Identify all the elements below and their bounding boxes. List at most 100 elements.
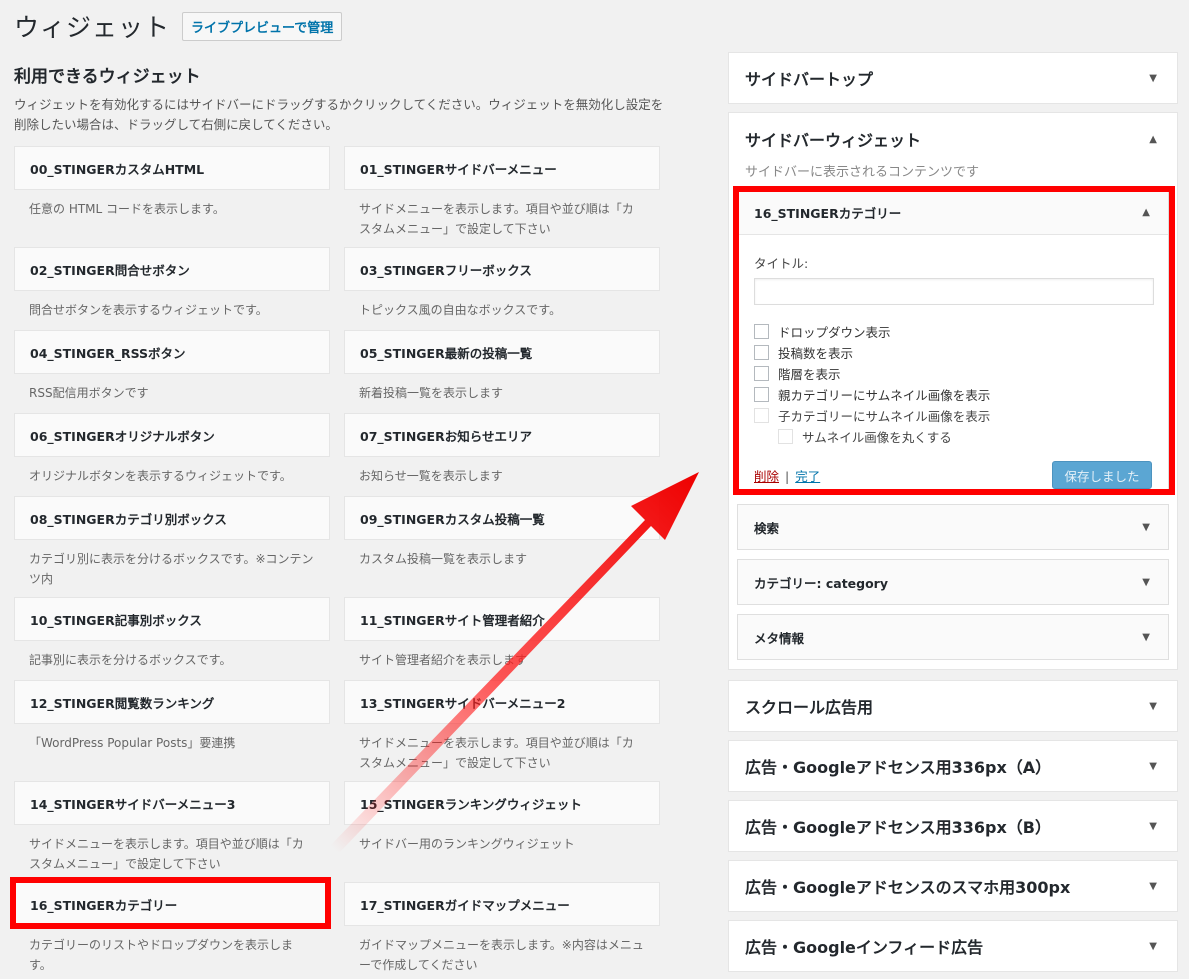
widget-title[interactable]: 05_STINGER最新の投稿一覧 (344, 330, 660, 374)
widget-item[interactable]: 13_STINGERサイドバーメニュー2 サイドメニューを表示します。項目や並び… (344, 680, 660, 773)
widget-item[interactable]: 05_STINGER最新の投稿一覧 新着投稿一覧を表示します (344, 330, 660, 403)
arrow-down-icon[interactable]: ▼ (1149, 821, 1157, 832)
checkbox[interactable] (754, 345, 769, 360)
arrow-down-icon[interactable]: ▼ (1149, 73, 1157, 84)
sidebar-ad-b[interactable]: 広告・Googleアドセンス用336px（B） ▼ (728, 800, 1178, 852)
checkbox[interactable] (754, 324, 769, 339)
sidebar-title: 広告・Googleアドセンス用336px（A） (745, 758, 1052, 777)
widget-title[interactable]: 03_STINGERフリーボックス (344, 247, 660, 291)
widget-title[interactable]: 06_STINGERオリジナルボタン (14, 413, 330, 457)
arrow-down-icon[interactable]: ▼ (1142, 522, 1150, 533)
widget-description: サイドメニューを表示します。項目や並び順は「カスタムメニュー」で設定して下さい (29, 837, 304, 871)
widget-description: お知らせ一覧を表示します (359, 469, 503, 483)
arrow-down-icon[interactable]: ▼ (1149, 761, 1157, 772)
option-round-thumbnail[interactable]: サムネイル画像を丸くする (754, 426, 1152, 447)
widget-description: サイドメニューを表示します。項目や並び順は「カスタムメニュー」で設定して下さい (359, 202, 634, 236)
widget-item[interactable]: 01_STINGERサイドバーメニュー サイドメニューを表示します。項目や並び順… (344, 146, 660, 239)
widget-description: サイドメニューを表示します。項目や並び順は「カスタムメニュー」で設定して下さい (359, 736, 634, 770)
widget-item[interactable]: 16_STINGERカテゴリー カテゴリーのリストやドロップダウンを表示します。 (14, 882, 330, 975)
widget-item[interactable]: 07_STINGERお知らせエリア お知らせ一覧を表示します (344, 413, 660, 486)
arrow-up-icon[interactable]: ▲ (1149, 134, 1157, 145)
save-button[interactable]: 保存しました (1052, 461, 1152, 489)
widget-title[interactable]: 01_STINGERサイドバーメニュー (344, 146, 660, 190)
widget-title[interactable]: 08_STINGERカテゴリ別ボックス (14, 496, 330, 540)
title-label: タイトル: (754, 256, 809, 271)
widget-title[interactable]: 14_STINGERサイドバーメニュー3 (14, 781, 330, 825)
widget-item[interactable]: 17_STINGERガイドマップメニュー ガイドマップメニューを表示します。※内… (344, 882, 660, 975)
checkbox[interactable] (778, 429, 793, 444)
widget-item[interactable]: 06_STINGERオリジナルボタン オリジナルボタンを表示するウィジェットです… (14, 413, 330, 486)
widget-title[interactable]: 12_STINGER閲覧数ランキング (14, 680, 330, 724)
widget-header[interactable]: メタ情報 ▼ (738, 615, 1168, 659)
sidebar-ad-a[interactable]: 広告・Googleアドセンス用336px（A） ▼ (728, 740, 1178, 792)
arrow-up-icon[interactable]: ▲ (1142, 207, 1150, 218)
widget-title: メタ情報 (754, 630, 805, 646)
sidebar-title: スクロール広告用 (745, 698, 874, 717)
widget-item[interactable]: 09_STINGERカスタム投稿一覧 カスタム投稿一覧を表示します (344, 496, 660, 569)
widget-header[interactable]: 検索 ▼ (738, 505, 1168, 549)
arrow-down-icon[interactable]: ▼ (1149, 941, 1157, 952)
arrow-down-icon[interactable]: ▼ (1142, 577, 1150, 588)
sidebar-ad-mobile[interactable]: 広告・Googleアドセンスのスマホ用300px ▼ (728, 860, 1178, 912)
sidebar-header[interactable]: スクロール広告用 ▼ (729, 681, 1177, 731)
sidebar-header[interactable]: 広告・Googleアドセンスのスマホ用300px ▼ (729, 861, 1177, 911)
arrow-down-icon[interactable]: ▼ (1149, 701, 1157, 712)
checkbox[interactable] (754, 366, 769, 381)
widget-title[interactable]: 04_STINGER_RSSボタン (14, 330, 330, 374)
option-parent-thumbnail[interactable]: 親カテゴリーにサムネイル画像を表示 (754, 384, 1152, 405)
checkbox[interactable] (754, 387, 769, 402)
done-link[interactable]: 完了 (795, 469, 820, 484)
option-label: 親カテゴリーにサムネイル画像を表示 (778, 388, 991, 403)
option-post-count[interactable]: 投稿数を表示 (754, 342, 1152, 363)
title-input[interactable] (754, 278, 1154, 305)
option-dropdown[interactable]: ドロップダウン表示 (754, 321, 1152, 342)
sidebar-top[interactable]: サイドバートップ ▼ (728, 52, 1178, 104)
widget-item[interactable]: 12_STINGER閲覧数ランキング 「WordPress Popular Po… (14, 680, 330, 753)
widget-title[interactable]: 09_STINGERカスタム投稿一覧 (344, 496, 660, 540)
widget-title[interactable]: 07_STINGERお知らせエリア (344, 413, 660, 457)
widget-title[interactable]: 16_STINGERカテゴリー (14, 882, 330, 926)
widget-item[interactable]: 11_STINGERサイト管理者紹介 サイト管理者紹介を表示します (344, 597, 660, 670)
widget-header[interactable]: カテゴリー: category ▼ (738, 560, 1168, 604)
widget-item[interactable]: 02_STINGER問合せボタン 問合せボタンを表示するウィジェットです。 (14, 247, 330, 320)
sidebar-header[interactable]: 広告・Googleアドセンス用336px（A） ▼ (729, 741, 1177, 791)
separator: | (785, 468, 790, 484)
widget-title[interactable]: 11_STINGERサイト管理者紹介 (344, 597, 660, 641)
widget-item[interactable]: 04_STINGER_RSSボタン RSS配信用ボタンです (14, 330, 330, 403)
sidebar-header[interactable]: 広告・Googleアドセンス用336px（B） ▼ (729, 801, 1177, 851)
widget-item[interactable]: 08_STINGERカテゴリ別ボックス カテゴリ別に表示を分けるボックスです。※… (14, 496, 330, 589)
widget-title[interactable]: 00_STINGERカスタムHTML (14, 146, 330, 190)
sidebar-header[interactable]: 広告・Googleインフィード広告 ▼ (729, 921, 1177, 971)
widget-title[interactable]: 17_STINGERガイドマップメニュー (344, 882, 660, 926)
widget-title[interactable]: 10_STINGER記事別ボックス (14, 597, 330, 641)
widget-item[interactable]: 14_STINGERサイドバーメニュー3 サイドメニューを表示します。項目や並び… (14, 781, 330, 874)
active-widget[interactable]: カテゴリー: category ▼ (737, 559, 1169, 605)
delete-link[interactable]: 削除 (754, 469, 779, 484)
arrow-down-icon[interactable]: ▼ (1142, 632, 1150, 643)
active-widget[interactable]: メタ情報 ▼ (737, 614, 1169, 660)
checkbox[interactable] (754, 408, 769, 423)
page-header: ウィジェット ライブプレビューで管理 (14, 8, 343, 44)
option-hierarchy[interactable]: 階層を表示 (754, 363, 1152, 384)
live-preview-button[interactable]: ライブプレビューで管理 (182, 11, 343, 41)
widget-item[interactable]: 00_STINGERカスタムHTML 任意の HTML コードを表示します。 (14, 146, 330, 219)
widget-title[interactable]: 13_STINGERサイドバーメニュー2 (344, 680, 660, 724)
sidebar-ad-infeed[interactable]: 広告・Googleインフィード広告 ▼ (728, 920, 1178, 972)
sidebar-header[interactable]: サイドバートップ ▼ (729, 53, 1177, 103)
sidebar-main: サイドバーウィジェット ▲ サイドバーに表示されるコンテンツです 16_STIN… (728, 112, 1178, 670)
widget-description: カテゴリ別に表示を分けるボックスです。※コンテンツ内 (29, 552, 314, 586)
option-label: サムネイル画像を丸くする (802, 430, 952, 445)
widget-title[interactable]: 15_STINGERランキングウィジェット (344, 781, 660, 825)
options-list: ドロップダウン表示 投稿数を表示 階層を表示 親カテゴリーにサムネイル画像を表示 (754, 321, 1152, 447)
widget-item[interactable]: 10_STINGER記事別ボックス 記事別に表示を分けるボックスです。 (14, 597, 330, 670)
option-child-thumbnail[interactable]: 子カテゴリーにサムネイル画像を表示 (754, 405, 1152, 426)
arrow-down-icon[interactable]: ▼ (1149, 881, 1157, 892)
active-widget[interactable]: 検索 ▼ (737, 504, 1169, 550)
sidebar-scroll-ad[interactable]: スクロール広告用 ▼ (728, 680, 1178, 732)
option-label: ドロップダウン表示 (778, 325, 891, 340)
widget-item[interactable]: 03_STINGERフリーボックス トピックス風の自由なボックスです。 (344, 247, 660, 320)
widget-header[interactable]: 16_STINGERカテゴリー ▲ (738, 191, 1168, 235)
widget-item[interactable]: 15_STINGERランキングウィジェット サイドバー用のランキングウィジェット (344, 781, 660, 854)
sidebar-header[interactable]: サイドバーウィジェット ▲ (729, 113, 1177, 161)
widget-title[interactable]: 02_STINGER問合せボタン (14, 247, 330, 291)
